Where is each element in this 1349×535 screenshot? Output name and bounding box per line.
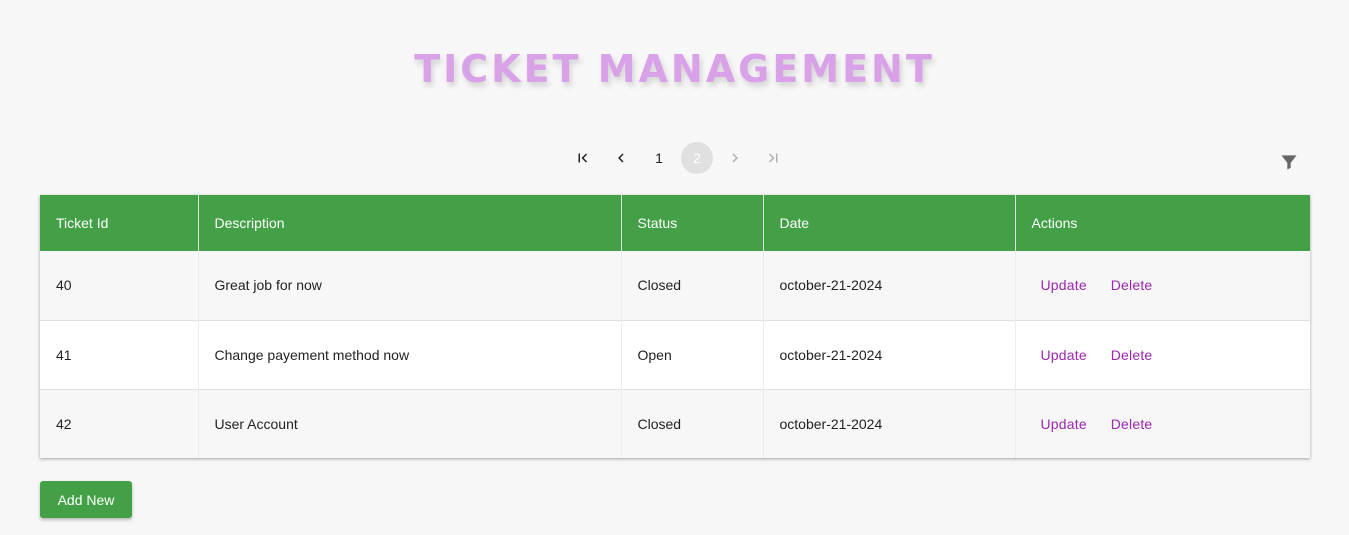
date-cell: october-21-2024 (763, 251, 1016, 320)
column-header-description[interactable]: Description (198, 195, 622, 251)
previous-page-button[interactable] (605, 142, 637, 174)
page-button-1[interactable]: 1 (643, 142, 675, 174)
date-cell: october-21-2024 (763, 388, 1016, 458)
filter-icon (1281, 155, 1297, 170)
column-header-date[interactable]: Date (763, 195, 1016, 251)
table-row: 40 Great job for now Closed october-21-2… (40, 251, 1310, 320)
page-button-2[interactable]: 2 (681, 142, 713, 174)
ticket-id-cell: 40 (40, 251, 199, 320)
description-cell: Change payement method now (198, 319, 622, 389)
update-button[interactable]: Update (1032, 341, 1096, 369)
actions-cell: Update Delete (1015, 251, 1310, 320)
column-header-status[interactable]: Status (621, 195, 764, 251)
first-page-icon (578, 153, 588, 163)
ticket-id-cell: 41 (40, 319, 199, 389)
add-new-button[interactable]: Add New (40, 481, 132, 518)
next-page-button[interactable] (719, 142, 751, 174)
delete-button[interactable]: Delete (1102, 341, 1162, 369)
actions-cell: Update Delete (1015, 388, 1310, 458)
update-button[interactable]: Update (1032, 271, 1096, 299)
chevron-right-icon (732, 153, 738, 163)
last-page-button[interactable] (757, 142, 789, 174)
ticket-id-cell: 42 (40, 388, 199, 458)
pagination: 1 2 (564, 142, 792, 174)
page: TICKET MANAGEMENT 1 2 Ticket Id Descript… (0, 0, 1349, 535)
delete-button[interactable]: Delete (1102, 271, 1162, 299)
status-cell: Open (621, 319, 764, 389)
last-page-icon (768, 153, 778, 163)
status-cell: Closed (621, 251, 764, 320)
update-button[interactable]: Update (1032, 410, 1096, 438)
page-title: TICKET MANAGEMENT (414, 47, 935, 91)
actions-cell: Update Delete (1015, 319, 1310, 389)
first-page-button[interactable] (567, 142, 599, 174)
status-cell: Closed (621, 388, 764, 458)
table-row: 42 User Account Closed october-21-2024 U… (40, 388, 1310, 458)
table-row: 41 Change payement method now Open octob… (40, 319, 1310, 389)
description-cell: Great job for now (198, 251, 622, 320)
tickets-table-container: Ticket Id Description Status Date Action… (40, 195, 1310, 458)
column-header-actions: Actions (1031, 215, 1078, 231)
delete-button[interactable]: Delete (1102, 410, 1162, 438)
filter-button[interactable] (1274, 148, 1304, 176)
tickets-table: Ticket Id Description Status Date Action… (40, 195, 1310, 458)
chevron-left-icon (618, 153, 624, 163)
table-header-row: Ticket Id Description Status Date Action… (40, 195, 1310, 251)
description-cell: User Account (198, 388, 622, 458)
column-header-ticket-id[interactable]: Ticket Id (40, 195, 199, 251)
date-cell: october-21-2024 (763, 319, 1016, 389)
